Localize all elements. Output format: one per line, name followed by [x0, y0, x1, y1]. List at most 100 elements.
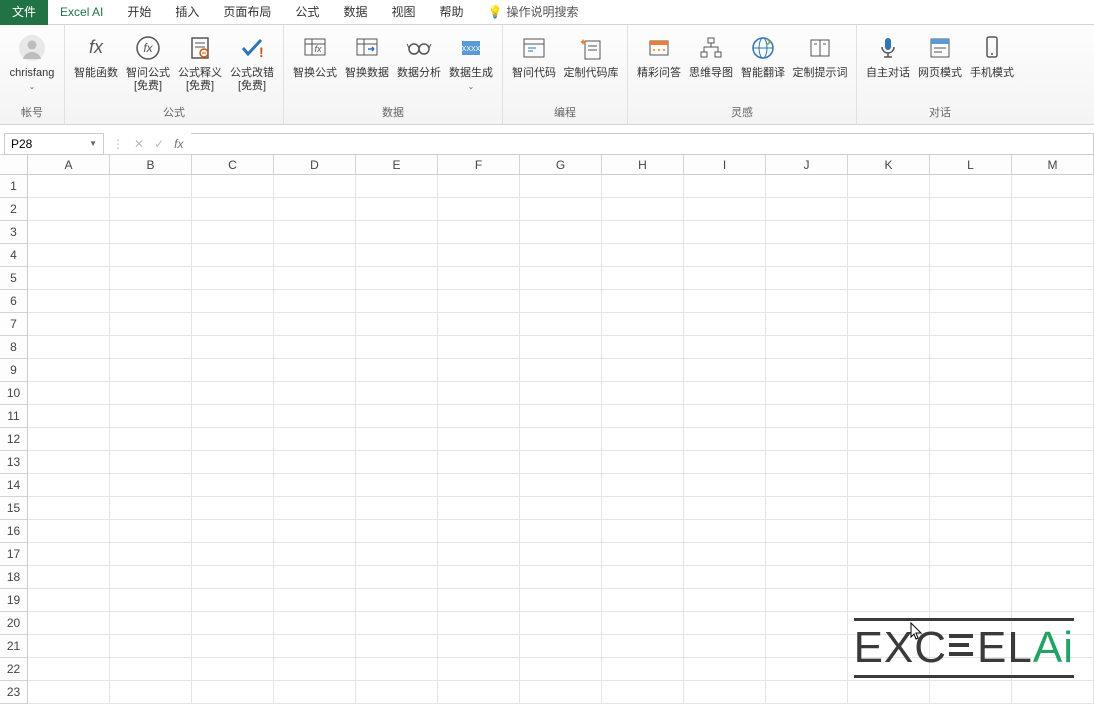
- cell[interactable]: [684, 198, 766, 221]
- cell[interactable]: [28, 267, 110, 290]
- cell[interactable]: [274, 313, 356, 336]
- cell[interactable]: [438, 451, 520, 474]
- cell[interactable]: [438, 474, 520, 497]
- btn-explain-formula[interactable]: 公式释义 [免费]: [175, 29, 225, 95]
- cell[interactable]: [602, 520, 684, 543]
- cell[interactable]: [28, 520, 110, 543]
- tab-formula[interactable]: 公式: [283, 0, 331, 25]
- cell[interactable]: [848, 566, 930, 589]
- cell[interactable]: [110, 681, 192, 704]
- row-header[interactable]: 11: [0, 405, 28, 428]
- col-header[interactable]: M: [1012, 155, 1094, 175]
- cell[interactable]: [356, 589, 438, 612]
- cell[interactable]: [274, 290, 356, 313]
- cell[interactable]: [766, 474, 848, 497]
- cell[interactable]: [1012, 290, 1094, 313]
- cell[interactable]: [192, 405, 274, 428]
- cell[interactable]: [274, 175, 356, 198]
- cell[interactable]: [192, 267, 274, 290]
- row-header[interactable]: 5: [0, 267, 28, 290]
- cell[interactable]: [192, 474, 274, 497]
- cell[interactable]: [520, 451, 602, 474]
- cell[interactable]: [110, 497, 192, 520]
- row-header[interactable]: 16: [0, 520, 28, 543]
- btn-mobile-mode[interactable]: 手机模式: [967, 29, 1017, 82]
- cell[interactable]: [192, 589, 274, 612]
- row-header[interactable]: 12: [0, 428, 28, 451]
- cell[interactable]: [438, 635, 520, 658]
- cell[interactable]: [930, 589, 1012, 612]
- cell[interactable]: [848, 267, 930, 290]
- cell[interactable]: [602, 681, 684, 704]
- btn-analyze-data[interactable]: 数据分析: [394, 29, 444, 95]
- cell[interactable]: [766, 658, 848, 681]
- cell[interactable]: [684, 474, 766, 497]
- row-header[interactable]: 1: [0, 175, 28, 198]
- cell[interactable]: [110, 221, 192, 244]
- cell[interactable]: [1012, 382, 1094, 405]
- cell[interactable]: [602, 267, 684, 290]
- cell[interactable]: [28, 221, 110, 244]
- cell[interactable]: [192, 451, 274, 474]
- cell[interactable]: [848, 474, 930, 497]
- col-header[interactable]: E: [356, 155, 438, 175]
- cell[interactable]: [930, 244, 1012, 267]
- cell[interactable]: [520, 497, 602, 520]
- row-header[interactable]: 15: [0, 497, 28, 520]
- cell[interactable]: [602, 290, 684, 313]
- cell[interactable]: [1012, 244, 1094, 267]
- cell[interactable]: [520, 543, 602, 566]
- cell[interactable]: [110, 474, 192, 497]
- cell[interactable]: [274, 635, 356, 658]
- cell[interactable]: [520, 359, 602, 382]
- cell[interactable]: [930, 198, 1012, 221]
- cell[interactable]: [274, 405, 356, 428]
- cell[interactable]: [520, 428, 602, 451]
- cell[interactable]: [520, 290, 602, 313]
- cell[interactable]: [930, 267, 1012, 290]
- cell[interactable]: [274, 359, 356, 382]
- tab-excel-ai[interactable]: Excel AI: [48, 0, 115, 25]
- cell[interactable]: [766, 336, 848, 359]
- cell[interactable]: [192, 221, 274, 244]
- cell[interactable]: [930, 520, 1012, 543]
- cell[interactable]: [356, 290, 438, 313]
- cell[interactable]: [438, 589, 520, 612]
- cell[interactable]: [602, 658, 684, 681]
- cell[interactable]: [438, 198, 520, 221]
- cell[interactable]: [602, 589, 684, 612]
- cell[interactable]: [274, 589, 356, 612]
- cell[interactable]: [848, 313, 930, 336]
- col-header[interactable]: D: [274, 155, 356, 175]
- cell[interactable]: [766, 612, 848, 635]
- cell[interactable]: [274, 451, 356, 474]
- cell[interactable]: [28, 658, 110, 681]
- cell[interactable]: [110, 612, 192, 635]
- cell[interactable]: [438, 566, 520, 589]
- cell[interactable]: [520, 221, 602, 244]
- cell[interactable]: [1012, 681, 1094, 704]
- tab-data[interactable]: 数据: [331, 0, 379, 25]
- cell[interactable]: [274, 198, 356, 221]
- cell[interactable]: [766, 681, 848, 704]
- cell[interactable]: [848, 244, 930, 267]
- row-header[interactable]: 19: [0, 589, 28, 612]
- tab-insert[interactable]: 插入: [163, 0, 211, 25]
- cell[interactable]: [602, 175, 684, 198]
- cell[interactable]: [684, 290, 766, 313]
- cell[interactable]: [192, 313, 274, 336]
- cell[interactable]: [28, 589, 110, 612]
- btn-mindmap[interactable]: 思维导图: [686, 29, 736, 82]
- cell[interactable]: [930, 497, 1012, 520]
- cell[interactable]: [684, 359, 766, 382]
- cell[interactable]: [28, 451, 110, 474]
- select-all-corner[interactable]: [0, 155, 28, 175]
- cell[interactable]: [192, 359, 274, 382]
- cell[interactable]: [848, 681, 930, 704]
- cell[interactable]: [438, 543, 520, 566]
- cell[interactable]: [110, 359, 192, 382]
- cell[interactable]: [1012, 566, 1094, 589]
- cell[interactable]: [520, 267, 602, 290]
- cell[interactable]: [602, 566, 684, 589]
- cell[interactable]: [602, 612, 684, 635]
